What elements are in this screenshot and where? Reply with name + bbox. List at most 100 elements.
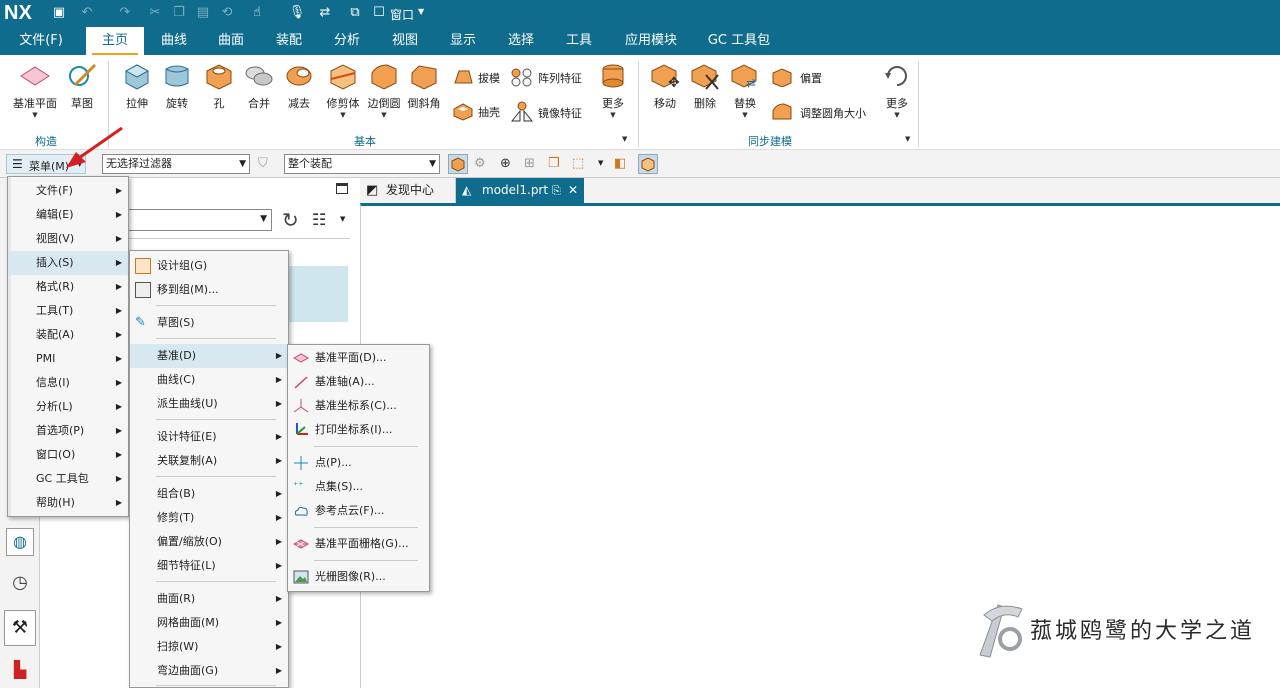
subtract-button[interactable]: 减去 — [280, 61, 318, 111]
switch-window-icon[interactable]: ⇄ — [316, 4, 334, 22]
menu-item-datum-axis[interactable]: 基准轴(A)... — [288, 370, 429, 394]
tab-discovery-center[interactable]: ◩ 发现中心 — [360, 178, 456, 203]
select-part-icon[interactable]: ◧ — [614, 156, 626, 171]
chevron-down-icon[interactable]: ▼ — [364, 111, 404, 119]
menu-item-detail-feature[interactable]: 细节特征(L) ▶ — [130, 554, 288, 578]
unite-button[interactable]: 合并 — [240, 61, 278, 111]
selection-scope-select[interactable]: 整个装配 ▼ — [284, 154, 440, 174]
filter-reset-icon[interactable]: ⛉ — [258, 156, 268, 171]
chevron-down-icon[interactable]: ▼ — [726, 111, 764, 119]
menu-item-datum-csys[interactable]: 基准坐标系(C)... — [288, 394, 429, 418]
repeat-command-icon[interactable]: ⟲ — [218, 4, 236, 22]
menu-item-mesh-surface[interactable]: 网格曲面(M) ▶ — [130, 611, 288, 635]
web-browser-icon[interactable]: ◍ — [6, 528, 34, 556]
tab-tools[interactable]: 工具 — [556, 27, 602, 55]
group-dropdown-icon[interactable]: ▼ — [622, 135, 627, 143]
select-feature-icon[interactable]: ⚙ — [474, 156, 486, 171]
menu-item-design-feature[interactable]: 设计特征(E) ▶ — [130, 425, 288, 449]
chevron-down-icon[interactable]: ▼ — [322, 111, 364, 119]
menu-item-datum-plane-grid[interactable]: 基准平面栅格(G)... — [288, 532, 429, 556]
shell-button[interactable]: 抽壳 — [452, 101, 512, 121]
tab-display[interactable]: 显示 — [440, 27, 486, 55]
chevron-down-icon[interactable]: ▼ — [598, 159, 603, 167]
tab-surface[interactable]: 曲面 — [208, 27, 254, 55]
save-icon[interactable]: ▣ — [50, 4, 68, 22]
palette-icon[interactable]: ▙ — [6, 660, 34, 688]
hole-button[interactable]: 孔 — [200, 61, 238, 111]
menu-item-analysis[interactable]: 分析(L) ▶ — [8, 395, 128, 419]
menu-item-curve[interactable]: 曲线(C) ▶ — [130, 368, 288, 392]
pattern-feature-button[interactable]: 阵列特征 — [510, 67, 590, 87]
menu-item-trim[interactable]: 修剪(T) ▶ — [130, 506, 288, 530]
select-component-icon[interactable]: ⊞ — [524, 156, 535, 171]
refresh-icon[interactable]: ↻ — [282, 208, 299, 232]
menu-item-window[interactable]: 窗口(O) ▶ — [8, 443, 128, 467]
select-solid-icon[interactable] — [638, 154, 658, 174]
tab-assembly[interactable]: 装配 — [266, 27, 312, 55]
menu-item-datum-plane[interactable]: 基准平面(D)... — [288, 346, 429, 370]
chevron-down-icon[interactable]: ▼ — [340, 215, 345, 223]
tab-gc-toolkit[interactable]: GC 工具包 — [700, 27, 778, 55]
chevron-down-icon[interactable]: ▼ — [594, 111, 632, 119]
chevron-down-icon[interactable]: ▼ — [8, 111, 62, 119]
resize-blend-button[interactable]: 调整圆角大小 — [770, 101, 880, 123]
window-menu-label[interactable]: 窗口 — [390, 6, 414, 23]
history-icon[interactable]: ◷ — [6, 570, 34, 598]
revolve-button[interactable]: 旋转 — [158, 61, 196, 111]
datum-plane-button[interactable]: 基准平面 ▼ — [8, 61, 62, 119]
menu-item-move-to-group[interactable]: 移到组(M)... — [130, 278, 288, 302]
menu-item-associative-copy[interactable]: 关联复制(A) ▶ — [130, 449, 288, 473]
menu-item-flange-surface[interactable]: 弯边曲面(G) ▶ — [130, 659, 288, 683]
touch-mode-icon[interactable]: ☝ — [248, 4, 266, 22]
copy-icon[interactable]: ❐ — [170, 4, 188, 22]
redo-icon[interactable]: ↷ — [116, 4, 134, 22]
menu-item-offset-scale[interactable]: 偏置/缩放(O) ▶ — [130, 530, 288, 554]
tab-view[interactable]: 视图 — [382, 27, 428, 55]
tab-applications[interactable]: 应用模块 — [614, 27, 688, 55]
menu-item-pmi[interactable]: PMI ▶ — [8, 347, 128, 371]
tab-file[interactable]: 文件(F) — [8, 27, 74, 55]
tab-model1[interactable]: ◭ model1.prt ⎘ ✕ — [456, 178, 584, 203]
sketch-button[interactable]: 草图 — [62, 61, 102, 111]
menu-item-file[interactable]: 文件(F) ▶ — [8, 179, 128, 203]
select-filter-icon[interactable]: ⊕ — [500, 156, 511, 171]
cut-icon[interactable]: ✂ — [146, 4, 164, 22]
select-body-icon[interactable] — [448, 154, 468, 174]
menu-item-reference-point-cloud[interactable]: 参考点云(F)... — [288, 499, 429, 523]
microphone-icon[interactable]: 🎙 — [288, 4, 306, 22]
menu-item-view[interactable]: 视图(V) ▶ — [8, 227, 128, 251]
replace-face-button[interactable]: ⇄ 替换 ▼ — [726, 61, 764, 119]
select-assembly-icon[interactable]: ❒ — [548, 156, 560, 171]
menu-item-gc-toolkit[interactable]: GC 工具包 ▶ — [8, 467, 128, 491]
menu-item-sweep[interactable]: 扫掠(W) ▶ — [130, 635, 288, 659]
group-dropdown-icon[interactable]: ▼ — [905, 135, 910, 143]
tools-icon[interactable]: ⚒ — [4, 610, 36, 646]
menu-item-design-group[interactable]: 设计组(G) — [130, 254, 288, 278]
close-icon[interactable]: ✕ — [568, 178, 578, 203]
window-icon[interactable]: ☐ — [370, 4, 388, 22]
menu-item-point-set[interactable]: ⁺⁺ 点集(S)... — [288, 475, 429, 499]
menu-item-help[interactable]: 帮助(H) ▶ — [8, 491, 128, 515]
select-group-icon[interactable]: ⬚ — [572, 156, 584, 171]
menu-item-edit[interactable]: 编辑(E) ▶ — [8, 203, 128, 227]
chevron-down-icon[interactable]: ▼ — [418, 7, 424, 16]
list-view-icon[interactable]: ☷ — [312, 210, 326, 229]
paste-icon[interactable]: ▤ — [194, 4, 212, 22]
menu-item-point[interactable]: 点(P)... — [288, 451, 429, 475]
draft-button[interactable]: 拔模 — [452, 67, 512, 87]
undo-icon[interactable]: ↶ — [78, 4, 96, 22]
edge-blend-button[interactable]: 边倒圆 ▼ — [364, 61, 404, 119]
trim-body-button[interactable]: 修剪体 ▼ — [322, 61, 364, 119]
menu-item-datum[interactable]: 基准(D) ▶ — [130, 344, 288, 368]
menu-item-information[interactable]: 信息(I) ▶ — [8, 371, 128, 395]
menu-item-format[interactable]: 格式(R) ▶ — [8, 275, 128, 299]
menu-item-insert[interactable]: 插入(S) ▶ — [8, 251, 128, 275]
tab-select[interactable]: 选择 — [498, 27, 544, 55]
mirror-feature-button[interactable]: 镜像特征 — [510, 101, 590, 123]
menu-item-raster-image[interactable]: 光栅图像(R)... — [288, 565, 429, 589]
menu-item-sketch[interactable]: ✎ 草图(S) — [130, 311, 288, 335]
chevron-down-icon[interactable]: ▼ — [878, 111, 916, 119]
more-sync-button[interactable]: 更多 ▼ — [878, 61, 916, 119]
more-basic-button[interactable]: 更多 ▼ — [594, 61, 632, 119]
maximize-icon[interactable] — [336, 183, 348, 194]
